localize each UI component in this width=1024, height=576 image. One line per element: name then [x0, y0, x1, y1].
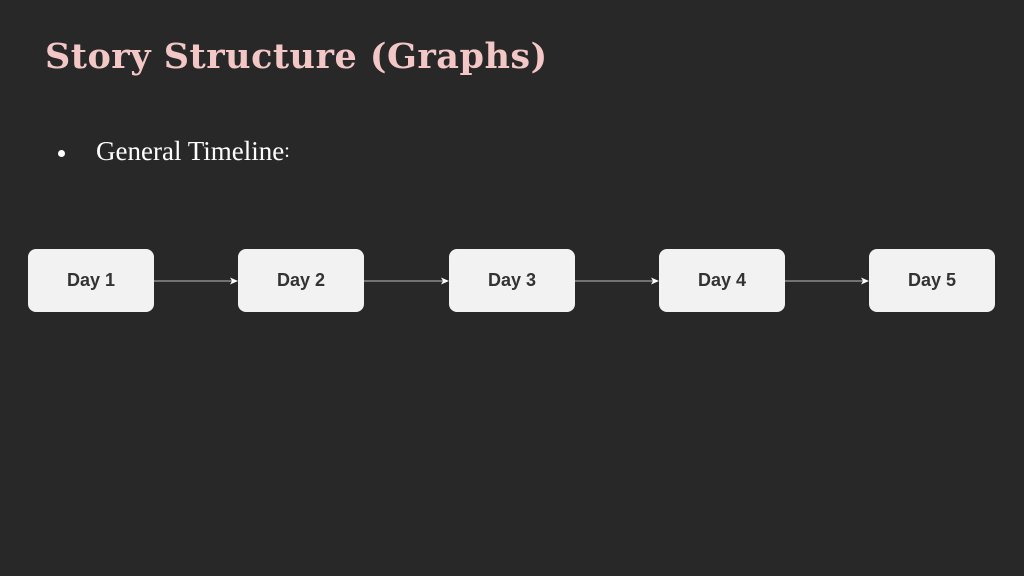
timeline-arrow-4-5	[785, 277, 869, 285]
timeline-arrow-3-4	[575, 277, 659, 285]
timeline-node-day-2: Day 2	[238, 249, 364, 312]
timeline-diagram: Day 1 Day 2 Day 3 Day 4 Day 5	[0, 0, 1024, 576]
timeline-node-day-4: Day 4	[659, 249, 785, 312]
timeline-node-day-3: Day 3	[449, 249, 575, 312]
timeline-node-day-1: Day 1	[28, 249, 154, 312]
timeline-arrow-2-3	[364, 277, 449, 285]
timeline-arrow-1-2	[154, 277, 238, 285]
timeline-node-day-5: Day 5	[869, 249, 995, 312]
